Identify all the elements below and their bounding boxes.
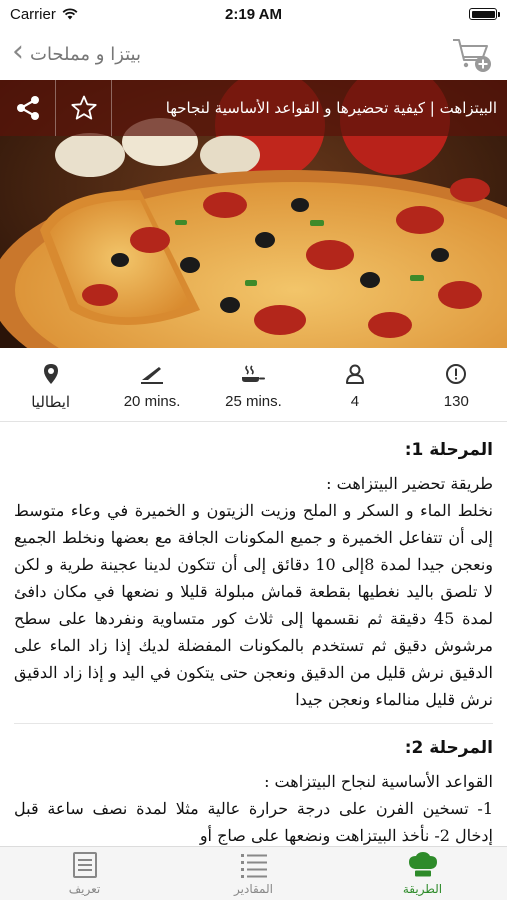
carrier-label: Carrier	[10, 5, 56, 23]
battery-icon	[469, 8, 500, 20]
tab-label: الطريقة	[402, 882, 443, 896]
status-bar: Carrier 2:19 AM	[0, 0, 507, 28]
list-icon	[240, 854, 267, 878]
origin-value: ايطاليا	[31, 393, 71, 411]
chef-hat-icon	[408, 852, 437, 877]
info-prep-time: 20 mins.	[101, 352, 202, 421]
share-icon	[16, 96, 39, 120]
document-icon	[72, 852, 97, 878]
wifi-icon	[62, 8, 78, 20]
chevron-left-icon: ‹	[12, 34, 24, 69]
cooking-pan-icon	[242, 365, 266, 382]
cook-time-value: 25 mins.	[225, 393, 282, 410]
recipe-hero-image: البيتزاهت | كيفية تحضيرها و القواعد الأس…	[0, 80, 507, 348]
tab-ingredients[interactable]: المقادير	[169, 847, 338, 900]
star-icon	[70, 95, 97, 120]
info-origin: ايطاليا	[0, 352, 101, 421]
tab-description[interactable]: تعريف	[0, 847, 169, 900]
info-servings: 4	[304, 352, 405, 421]
location-pin-icon	[43, 363, 58, 384]
tab-label: المقادير	[234, 882, 273, 896]
stage-body: طريقة تحضير البيتزاهت : نخلط الماء و الس…	[14, 470, 493, 713]
stage-1: المرحلة 1: طريقة تحضير البيتزاهت : نخلط …	[14, 426, 493, 724]
stage-body: القواعد الأساسية لنجاح البيتزاهت : 1- تس…	[14, 768, 493, 846]
stage-title: المرحلة 1:	[404, 440, 493, 460]
recipe-title: البيتزاهت | كيفية تحضيرها و القواعد الأس…	[165, 99, 497, 117]
person-icon	[345, 364, 364, 384]
info-calories: 130	[406, 352, 507, 421]
info-cook-time: 25 mins.	[203, 352, 304, 421]
battery-level	[471, 10, 495, 18]
recipe-method-content[interactable]: المرحلة 1: طريقة تحضير البيتزاهت : نخلط …	[0, 426, 507, 846]
back-label: بيتزا و مملحات	[30, 43, 141, 65]
stage-line: القواعد الأساسية لنجاح البيتزاهت :	[264, 772, 493, 791]
stage-line: 1- تسخين الفرن على درجة حرارة عالية مثلا…	[14, 799, 493, 845]
recipe-info-row: 130 4 25 mins. 20 mins. ايطاليا	[0, 352, 507, 422]
add-to-cart-button[interactable]	[451, 32, 495, 76]
stage-title: المرحلة 2:	[404, 738, 493, 758]
nav-bar: ‹ بيتزا و مملحات	[0, 28, 507, 80]
tab-method[interactable]: الطريقة	[338, 847, 507, 900]
knife-icon	[141, 367, 164, 384]
favorite-button[interactable]	[56, 80, 112, 136]
back-button[interactable]: ‹ بيتزا و مملحات	[12, 37, 141, 67]
servings-value: 4	[350, 393, 360, 410]
share-button[interactable]	[0, 80, 56, 136]
tab-label: تعريف	[68, 882, 101, 896]
stage-line: طريقة تحضير البيتزاهت :	[326, 474, 493, 493]
recipe-title-bar: البيتزاهت | كيفية تحضيرها و القواعد الأس…	[0, 80, 507, 136]
cart-add-icon	[453, 39, 491, 72]
stage-2: المرحلة 2: القواعد الأساسية لنجاح البيتز…	[14, 724, 493, 846]
status-left: Carrier	[10, 6, 78, 23]
stage-line: نخلط الماء و السكر و الملح وزيت الزيتون …	[14, 501, 494, 709]
alert-circle-icon	[446, 364, 467, 384]
tab-bar: الطريقة المقادير تعريف	[0, 846, 507, 900]
prep-time-value: 20 mins.	[123, 393, 181, 410]
calories-value: 130	[443, 393, 469, 410]
